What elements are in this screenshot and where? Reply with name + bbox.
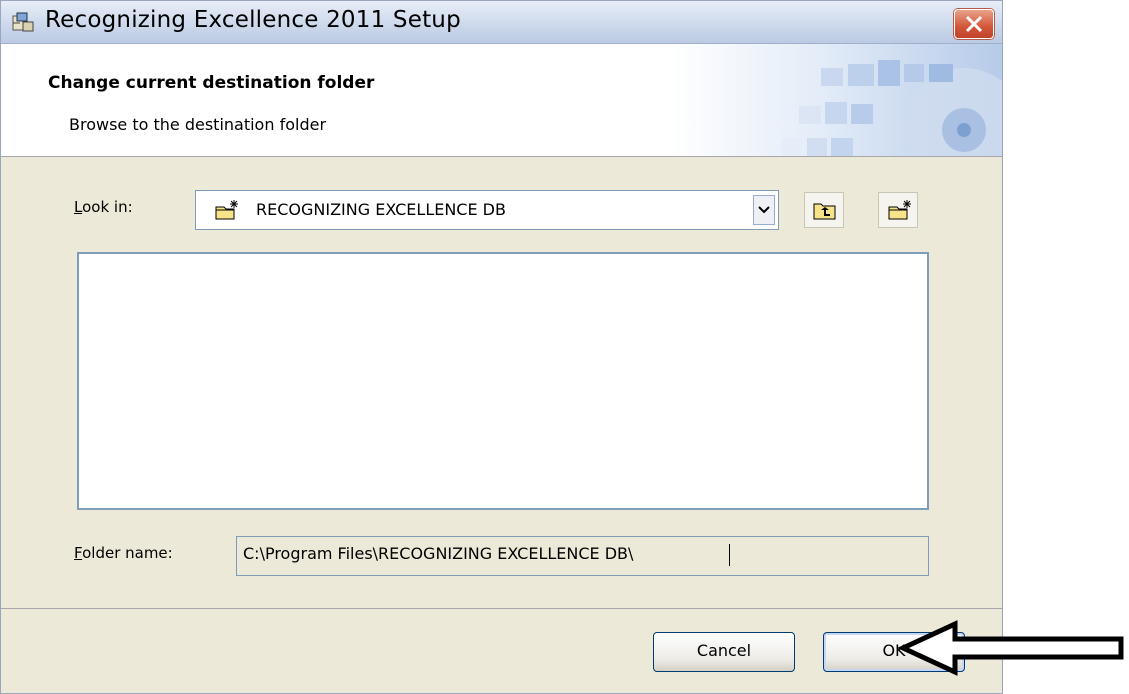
folder-name-field[interactable]: C:\Program Files\RECOGNIZING EXCELLENCE … bbox=[236, 536, 929, 576]
up-one-level-button[interactable] bbox=[804, 192, 844, 228]
header-subtitle: Browse to the destination folder bbox=[69, 115, 327, 134]
setup-dialog: Recognizing Excellence 2011 Setup Change… bbox=[0, 0, 1003, 694]
folder-name-label: Folder name: bbox=[74, 544, 173, 562]
new-folder-icon bbox=[888, 200, 911, 220]
close-button[interactable] bbox=[954, 9, 994, 39]
look-in-label-text: ook in: bbox=[82, 198, 133, 216]
folder-name-value: C:\Program Files\RECOGNIZING EXCELLENCE … bbox=[243, 544, 634, 563]
chevron-down-icon bbox=[758, 206, 770, 214]
text-caret bbox=[729, 544, 730, 566]
look-in-label: Look in: bbox=[74, 198, 133, 216]
dialog-header: Change current destination folder Browse… bbox=[1, 44, 1002, 157]
look-in-accelerator: L bbox=[74, 198, 83, 216]
create-new-folder-button[interactable] bbox=[878, 192, 918, 228]
header-title: Change current destination folder bbox=[48, 73, 375, 93]
dialog-body: Look in: RECOGNIZING EXCELLENCE DB Folde… bbox=[1, 157, 1002, 609]
title-bar[interactable]: Recognizing Excellence 2011 Setup bbox=[1, 1, 1002, 44]
folder-name-label-text: older name: bbox=[82, 544, 173, 562]
look-in-value: RECOGNIZING EXCELLENCE DB bbox=[256, 200, 506, 219]
folder-list[interactable] bbox=[77, 252, 929, 510]
header-banner-graphic bbox=[672, 44, 1002, 156]
folder-name-accelerator: F bbox=[74, 544, 83, 562]
arrow-left-icon bbox=[897, 620, 1124, 676]
close-icon bbox=[965, 15, 983, 33]
cancel-button[interactable]: Cancel bbox=[653, 632, 795, 672]
folder-up-icon bbox=[813, 203, 836, 220]
window-title: Recognizing Excellence 2011 Setup bbox=[45, 7, 461, 33]
look-in-dropdown-button[interactable] bbox=[753, 195, 775, 225]
setup-icon bbox=[11, 11, 35, 33]
look-in-dropdown[interactable]: RECOGNIZING EXCELLENCE DB bbox=[195, 190, 779, 230]
new-folder-icon bbox=[215, 200, 238, 220]
